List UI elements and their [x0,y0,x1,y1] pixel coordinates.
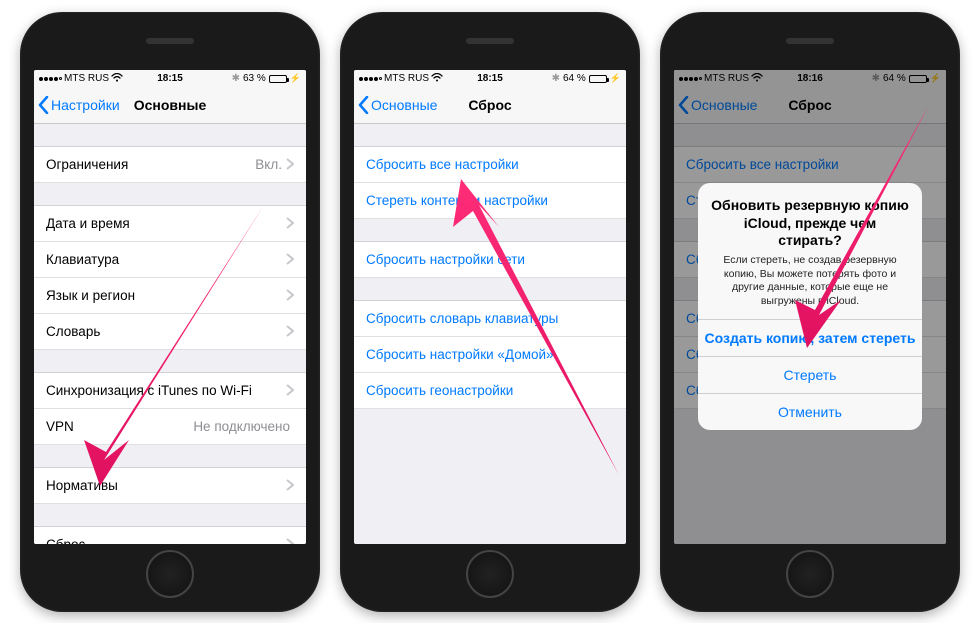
status-bar: MTS RUS 18:15 ✱ 64 % ⚡ [354,70,626,88]
alert-dialog: Обновить резервную копию iCloud, прежде … [698,183,921,429]
alert-title: Обновить резервную копию iCloud, прежде … [710,197,909,250]
nav-title: Основные [134,97,207,113]
bluetooth-icon: ✱ [552,73,560,84]
cell-dictionary[interactable]: Словарь [34,314,306,350]
cell-label: VPN [46,419,74,434]
nav-title: Сброс [468,97,511,113]
back-button[interactable]: Настройки [38,96,120,114]
cell-reset-all-settings[interactable]: Сбросить все настройки [354,146,626,183]
alert-message: Если стереть, не создав резервную копию,… [710,254,909,309]
signal-icon [39,77,62,81]
cell-label: Сбросить геонастройки [366,383,513,398]
cell-reset[interactable]: Сброс [34,526,306,544]
screen: MTS RUS 18:16 ✱ 64 % ⚡ Основные Сброс [674,70,946,544]
phone-frame-3: MTS RUS 18:16 ✱ 64 % ⚡ Основные Сброс [660,12,960,612]
chevron-right-icon [286,479,294,491]
signal-icon [359,77,382,81]
reset-list[interactable]: Сбросить все настройки Стереть контент и… [354,146,626,409]
cell-erase-content[interactable]: Стереть контент и настройки [354,183,626,219]
chevron-right-icon [286,384,294,396]
status-bar: MTS RUS 18:15 ✱ 63 % ⚡ [34,70,306,88]
cell-label: Клавиатура [46,252,119,267]
cell-label: Сброс [46,537,85,544]
battery-icon [589,75,607,83]
cell-label: Стереть контент и настройки [366,193,548,208]
cell-label: Сбросить словарь клавиатуры [366,311,558,326]
screen: MTS RUS 18:15 ✱ 63 % ⚡ Настройки Основны… [34,70,306,544]
cell-language-region[interactable]: Язык и регион [34,278,306,314]
phone-frame-2: MTS RUS 18:15 ✱ 64 % ⚡ Основные Сброс [340,12,640,612]
cell-value: Вкл. [255,157,282,172]
alert-button-label: Создать копию, затем стереть [705,330,916,346]
cell-vpn[interactable]: VPN Не подключено [34,409,306,445]
wifi-icon [431,73,443,85]
back-label: Основные [371,97,437,113]
cell-label: Ограничения [46,157,128,172]
alert-button-cancel[interactable]: Отменить [698,393,921,430]
cell-keyboard[interactable]: Клавиатура [34,242,306,278]
cell-reset-location[interactable]: Сбросить геонастройки [354,373,626,409]
cell-label: Нормативы [46,478,118,493]
chevron-right-icon [286,253,294,265]
screen: MTS RUS 18:15 ✱ 64 % ⚡ Основные Сброс [354,70,626,544]
modal-overlay: Обновить резервную копию iCloud, прежде … [674,70,946,544]
wifi-icon [111,73,123,85]
nav-bar: Настройки Основные [34,88,306,124]
chevron-right-icon [286,538,294,544]
cell-itunes-sync[interactable]: Синхронизация с iTunes по Wi-Fi [34,372,306,409]
charging-icon: ⚡ [290,73,301,84]
cell-label: Сбросить настройки «Домой» [366,347,554,362]
cell-label: Словарь [46,324,100,339]
bluetooth-icon: ✱ [232,73,240,84]
cell-label: Сбросить настройки сети [366,252,525,267]
cell-reset-keyboard-dict[interactable]: Сбросить словарь клавиатуры [354,300,626,337]
cell-date-time[interactable]: Дата и время [34,205,306,242]
nav-bar: Основные Сброс [354,88,626,124]
clock: 18:15 [477,73,503,84]
battery-icon [269,75,287,83]
cell-restrictions[interactable]: Ограничения Вкл. [34,146,306,183]
alert-button-erase[interactable]: Стереть [698,356,921,393]
alert-button-label: Отменить [778,404,842,420]
clock: 18:15 [157,73,183,84]
charging-icon: ⚡ [610,73,621,84]
cell-label: Синхронизация с iTunes по Wi-Fi [46,383,252,398]
cell-reset-network[interactable]: Сбросить настройки сети [354,241,626,278]
chevron-right-icon [286,217,294,229]
battery-pct: 63 % [243,73,266,84]
cell-value: Не подключено [193,419,290,434]
chevron-right-icon [286,289,294,301]
back-label: Настройки [51,97,120,113]
battery-pct: 64 % [563,73,586,84]
alert-button-label: Стереть [784,367,837,383]
carrier-label: MTS RUS [384,73,429,84]
cell-regulatory[interactable]: Нормативы [34,467,306,504]
chevron-right-icon [286,325,294,337]
cell-label: Сбросить все настройки [366,157,519,172]
chevron-right-icon [286,158,294,170]
cell-label: Дата и время [46,216,130,231]
cell-label: Язык и регион [46,288,135,303]
back-button[interactable]: Основные [358,96,437,114]
general-list[interactable]: Ограничения Вкл. Дата и время Клавиатура… [34,146,306,544]
phone-frame-1: MTS RUS 18:15 ✱ 63 % ⚡ Настройки Основны… [20,12,320,612]
cell-reset-home-layout[interactable]: Сбросить настройки «Домой» [354,337,626,373]
alert-button-backup-then-erase[interactable]: Создать копию, затем стереть [698,319,921,356]
carrier-label: MTS RUS [64,73,109,84]
